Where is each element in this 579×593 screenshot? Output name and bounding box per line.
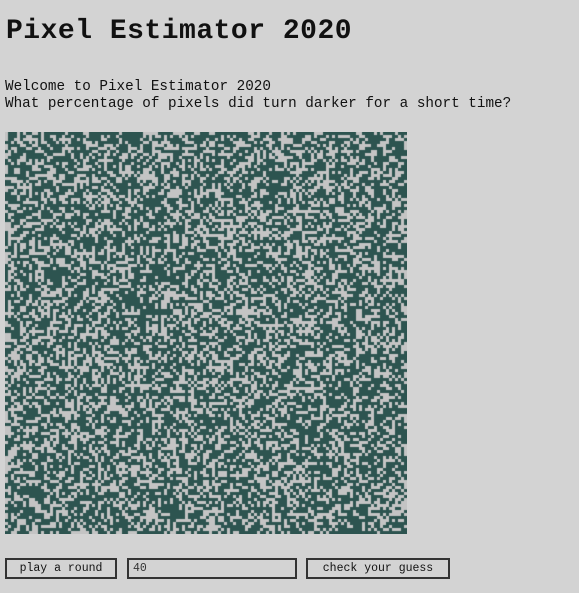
- pixel-noise-canvas: [5, 132, 407, 534]
- question-text: What percentage of pixels did turn darke…: [5, 96, 512, 112]
- play-round-button[interactable]: play a round: [5, 558, 117, 579]
- intro-text: Welcome to Pixel Estimator 2020 What per…: [5, 79, 511, 113]
- guess-input[interactable]: [127, 558, 297, 579]
- page-title: Pixel Estimator 2020: [6, 16, 353, 47]
- check-guess-button[interactable]: check your guess: [306, 558, 450, 579]
- welcome-text: Welcome to Pixel Estimator 2020: [5, 79, 271, 95]
